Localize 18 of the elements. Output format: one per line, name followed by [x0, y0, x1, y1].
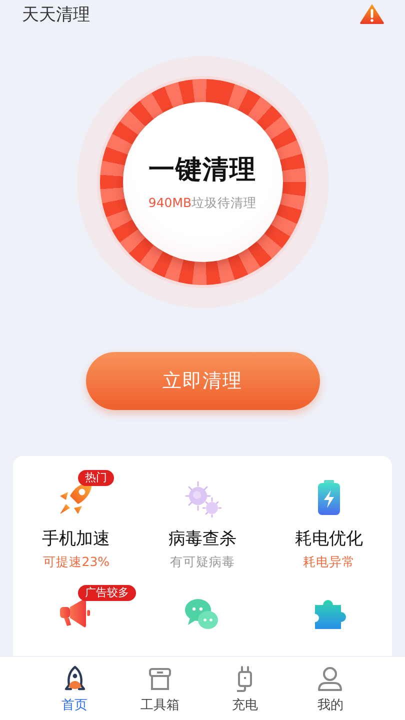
junk-size: 940MB [148, 195, 192, 212]
tab[interactable]: 工具箱 [140, 696, 180, 714]
feature-status: 耗电异常 [302, 554, 355, 571]
warning-icon[interactable] [359, 3, 385, 25]
feature-status: 可提速23% [42, 554, 110, 571]
junk-label: 垃圾待清理 [192, 195, 257, 212]
app-title: 天天清理 [22, 4, 90, 26]
feature-label[interactable]: 耗电优化 [294, 527, 363, 550]
tab[interactable]: 我的 [317, 696, 344, 714]
tab[interactable]: 充电 [232, 696, 258, 714]
badge: 热门 [78, 470, 114, 486]
tab[interactable]: 首页 [62, 696, 88, 714]
one-tap-clean-dial[interactable]: 一键清理 940MB垃圾待清理 [122, 102, 282, 262]
feature-status: 有可疑病毒 [170, 554, 235, 571]
badge: 广告较多 [78, 585, 136, 601]
feature-label[interactable]: 病毒查杀 [168, 527, 236, 550]
feature-label[interactable]: 手机加速 [42, 527, 110, 550]
dial-title: 一键清理 [148, 154, 256, 187]
